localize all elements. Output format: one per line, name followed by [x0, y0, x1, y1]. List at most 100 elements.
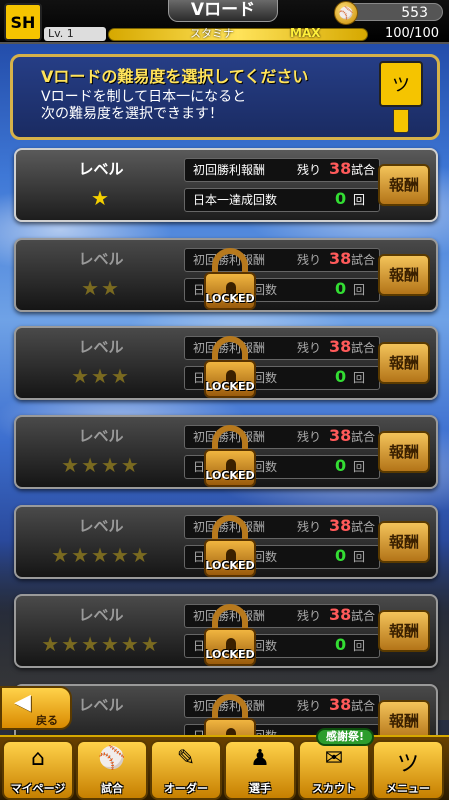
remaining-label: 残り: [297, 253, 322, 267]
games-unit: 試合: [351, 253, 376, 267]
level-card-1[interactable]: レベル ★ 初回勝利報酬 残り 38 試合 日本一達成回数 0 回 報酬: [14, 148, 438, 222]
locked-label: LOCKED: [205, 559, 255, 572]
count-unit: 回: [353, 371, 366, 385]
reward-button[interactable]: 報酬: [378, 521, 430, 563]
games-unit: 試合: [351, 163, 376, 177]
instruction-heading: Vロードの難易度を選択してください: [41, 67, 309, 86]
remaining-games: 38: [329, 337, 352, 356]
nav-label: メニュー: [386, 782, 430, 795]
reward-button[interactable]: 報酬: [378, 431, 430, 473]
remaining-label: 残り: [297, 430, 322, 444]
lock-icon: LOCKED: [202, 248, 258, 310]
nav-label: 試合: [101, 782, 123, 795]
level-stars: ★★★★: [61, 453, 141, 477]
nav-item-1[interactable]: ⌂ マイページ: [2, 740, 74, 800]
coin-icon: ⚾: [334, 1, 358, 25]
nav-item-5[interactable]: ✉ スカウト: [298, 740, 370, 800]
remaining-games: 38: [329, 695, 352, 714]
mascot-body: [393, 109, 409, 133]
level-label: レベル: [78, 338, 124, 356]
level-label: レベル: [78, 250, 124, 268]
remaining-label: 残り: [297, 699, 322, 713]
nav-label: スカウト: [312, 782, 356, 795]
player-level: Lv. 1: [44, 27, 106, 41]
count-unit: 回: [353, 639, 366, 653]
nav-label: マイページ: [10, 782, 66, 795]
level-label: レベル: [78, 606, 124, 624]
reward-button[interactable]: 報酬: [378, 342, 430, 384]
nav-label: オーダー: [164, 782, 208, 795]
reward-button[interactable]: 報酬: [378, 254, 430, 296]
instruction-line-1: Vロードを制して日本一になると: [41, 89, 247, 105]
nav-item-4[interactable]: ♟ 選手: [224, 740, 296, 800]
championship-count: 0: [335, 546, 347, 565]
instruction-text: Vロードを制して日本一になると 次の難易度を選択できます！: [41, 89, 321, 123]
remaining-games: 38: [329, 159, 352, 178]
games-unit: 試合: [351, 520, 376, 534]
championship-count: 0: [335, 456, 347, 475]
lock-icon: LOCKED: [202, 604, 258, 666]
locked-label: LOCKED: [205, 469, 255, 482]
remaining-label: 残り: [297, 609, 322, 623]
coin-counter[interactable]: ⚾ 553: [334, 1, 443, 25]
locked-label: LOCKED: [205, 292, 255, 305]
coin-value: 553: [401, 5, 428, 21]
level-card-3[interactable]: レベル ★★★ 初回勝利報酬 残り 38 試合 日本一達成回数 0 回 報酬 L…: [14, 326, 438, 400]
page-title: Vロード: [168, 0, 278, 22]
back-label: 戻る: [36, 714, 58, 727]
nav-icon: ♟: [250, 746, 270, 771]
level-stars: ★: [91, 186, 111, 210]
nav-icon: ⌂: [31, 746, 45, 771]
back-button[interactable]: ◀ 戻る: [0, 686, 72, 730]
games-unit: 試合: [351, 699, 376, 713]
championship-count-row: 日本一達成回数 0 回: [184, 188, 380, 212]
championship-count: 0: [335, 635, 347, 654]
nav-icon: ツ: [396, 752, 419, 777]
locked-label: LOCKED: [205, 380, 255, 393]
instruction-panel: Vロードの難易度を選択してください Vロードを制して日本一になると 次の難易度を選…: [10, 54, 440, 140]
level-card-6[interactable]: レベル ★★★★★★ 初回勝利報酬 残り 38 試合 日本一達成回数 0 回 報…: [14, 594, 438, 668]
stamina-label: スタミナ: [190, 27, 234, 40]
lock-icon: LOCKED: [202, 515, 258, 577]
stamina-value: 100/100: [384, 26, 439, 41]
count-unit: 回: [353, 460, 366, 474]
first-win-reward-label: 初回勝利報酬: [193, 163, 266, 177]
instruction-line-2: 次の難易度を選択できます！: [41, 106, 223, 122]
nav-item-3[interactable]: ✎ オーダー: [150, 740, 222, 800]
nav-icon: ⚾: [98, 746, 126, 771]
reward-button[interactable]: 報酬: [378, 610, 430, 652]
nav-icon: ✉: [324, 746, 344, 771]
team-logo[interactable]: SH: [4, 3, 42, 41]
count-unit: 回: [353, 550, 366, 564]
games-unit: 試合: [351, 609, 376, 623]
back-arrow-icon: ◀: [14, 690, 31, 715]
nav-label: 選手: [249, 782, 271, 795]
championship-count: 0: [335, 279, 347, 298]
stamina-bar: [108, 28, 368, 41]
stamina-max-label: MAX: [290, 26, 321, 40]
championship-count: 0: [335, 367, 347, 386]
reward-button[interactable]: 報酬: [378, 164, 430, 206]
nav-item-2[interactable]: ⚾ 試合: [76, 740, 148, 800]
lock-icon: LOCKED: [202, 336, 258, 398]
nav-icon: ✎: [176, 746, 196, 771]
lock-icon: LOCKED: [202, 425, 258, 487]
remaining-games: 38: [329, 605, 352, 624]
games-unit: 試合: [351, 430, 376, 444]
level-label: レベル: [78, 517, 124, 535]
thanks-festival-badge: 感謝祭!: [316, 728, 374, 746]
championship-count-label: 日本一達成回数: [193, 193, 278, 207]
level-stars: ★★★: [71, 364, 131, 388]
level-card-2[interactable]: レベル ★★ 初回勝利報酬 残り 38 試合 日本一達成回数 0 回 報酬 LO…: [14, 238, 438, 312]
level-card-5[interactable]: レベル ★★★★★ 初回勝利報酬 残り 38 試合 日本一達成回数 0 回 報酬…: [14, 505, 438, 579]
games-unit: 試合: [351, 341, 376, 355]
nav-item-6[interactable]: ツ メニュー: [372, 740, 444, 800]
first-win-reward-row: 初回勝利報酬 残り 38 試合: [184, 158, 380, 182]
bottom-nav: ⌂ マイページ ⚾ 試合 ✎ オーダー ♟ 選手 ✉ スカウトツ メニュー: [0, 735, 449, 800]
remaining-games: 38: [329, 426, 352, 445]
count-unit: 回: [353, 283, 366, 297]
level-stars: ★★★★★★: [41, 632, 161, 656]
level-card-4[interactable]: レベル ★★★★ 初回勝利報酬 残り 38 試合 日本一達成回数 0 回 報酬 …: [14, 415, 438, 489]
level-label: レベル: [78, 427, 124, 445]
level-stars: ★★: [81, 276, 121, 300]
